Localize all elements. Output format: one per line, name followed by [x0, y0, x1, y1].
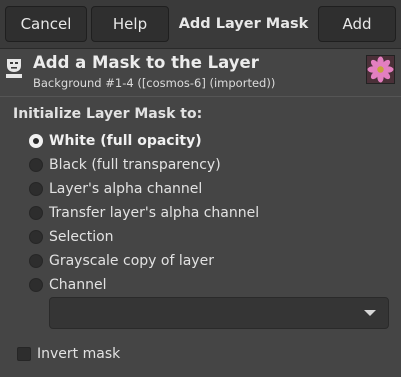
add-button[interactable]: Add	[318, 6, 396, 42]
radio-button[interactable]	[29, 230, 43, 244]
radio-button[interactable]	[29, 278, 43, 292]
radio-white[interactable]: White (full opacity)	[29, 130, 202, 152]
layer-subtitle: Background #1-4 ([cosmos-6] (imported))	[33, 76, 276, 90]
radio-label: Selection	[49, 229, 114, 245]
radio-selection[interactable]: Selection	[29, 226, 114, 248]
cancel-button[interactable]: Cancel	[5, 6, 87, 42]
dialog-title: Add Layer Mask	[178, 16, 309, 32]
radio-label: White (full opacity)	[49, 133, 202, 149]
radio-label: Grayscale copy of layer	[49, 253, 214, 269]
radio-button[interactable]	[29, 158, 43, 172]
header-divider	[0, 96, 401, 97]
radio-label: Black (full transparency)	[49, 157, 221, 173]
init-section-label: Initialize Layer Mask to:	[13, 106, 203, 122]
radio-grayscale-copy[interactable]: Grayscale copy of layer	[29, 250, 214, 272]
main-title: Add a Mask to the Layer	[33, 53, 259, 72]
radio-button[interactable]	[29, 206, 43, 220]
radio-label: Channel	[49, 277, 107, 293]
radio-button[interactable]	[29, 182, 43, 196]
radio-channel[interactable]: Channel	[29, 274, 106, 296]
invert-mask-option[interactable]: Invert mask	[17, 344, 120, 364]
radio-button[interactable]	[29, 254, 43, 268]
radio-alpha-channel[interactable]: Layer's alpha channel	[29, 178, 202, 200]
radio-label: Transfer layer's alpha channel	[49, 205, 260, 221]
layer-mask-icon	[6, 59, 22, 78]
channel-dropdown[interactable]	[49, 297, 389, 329]
layer-thumbnail	[366, 55, 395, 84]
radio-transfer-alpha[interactable]: Transfer layer's alpha channel	[29, 202, 259, 224]
invert-mask-label: Invert mask	[37, 346, 121, 362]
invert-mask-checkbox[interactable]	[17, 347, 31, 361]
chevron-down-icon	[364, 310, 376, 316]
radio-label: Layer's alpha channel	[49, 181, 203, 197]
radio-button[interactable]	[29, 134, 43, 148]
dialog-header: Cancel Help Add Layer Mask Add	[0, 0, 401, 49]
help-button[interactable]: Help	[91, 6, 169, 42]
radio-black[interactable]: Black (full transparency)	[29, 154, 221, 176]
